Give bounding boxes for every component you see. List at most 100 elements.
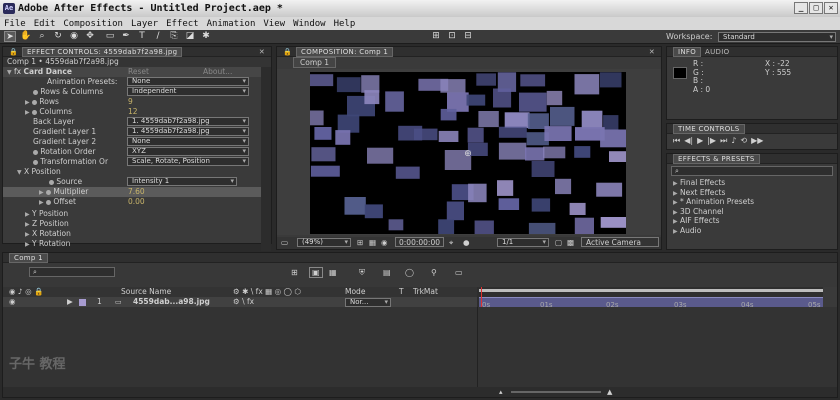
layer-name[interactable]: 4559dab...a98.jpg (133, 297, 210, 307)
graph-editor-icon[interactable]: ⚲ (431, 268, 437, 277)
rectangle-tool-icon[interactable]: ▭ (104, 31, 116, 42)
expand-triangle-icon[interactable]: ▶ (25, 109, 30, 116)
puppet-tool-icon[interactable]: ✱ (200, 31, 212, 42)
rotate-tool-icon[interactable]: ↻ (52, 31, 64, 42)
axis-world-icon[interactable]: ⊡ (446, 31, 458, 42)
camera-tool-icon[interactable]: ◉ (68, 31, 80, 42)
anchor-point-icon[interactable]: ⊕ (464, 149, 472, 159)
lock-icon[interactable]: 🔒 (9, 48, 18, 56)
collapse-triangle-icon[interactable]: ▼ (7, 69, 12, 76)
pan-behind-tool-icon[interactable]: ✥ (84, 31, 96, 42)
tab-info[interactable]: INFO (673, 46, 702, 57)
brainstorm-icon[interactable]: ▭ (455, 268, 463, 277)
menu-composition[interactable]: Composition (63, 19, 123, 29)
expand-triangle-icon[interactable]: ▶ (25, 231, 30, 238)
rotation-order-select[interactable]: XYZ (127, 147, 249, 156)
stopwatch-icon[interactable] (46, 199, 52, 205)
transformation-order-select[interactable]: Scale, Rotate, Position (127, 157, 249, 166)
stopwatch-icon[interactable] (32, 99, 38, 105)
first-frame-icon[interactable]: ⏮ (673, 136, 680, 146)
live-update-icon[interactable]: ▣ (309, 267, 323, 278)
motion-blur-icon[interactable]: ◯ (405, 268, 414, 277)
stopwatch-icon[interactable] (33, 149, 38, 155)
safe-margins-icon[interactable]: ⊞ (357, 238, 363, 247)
about-link[interactable]: About... (203, 67, 232, 77)
current-time-display[interactable]: 0:00:00:00 (395, 237, 444, 247)
timeline-empty-area[interactable] (3, 307, 837, 387)
menu-window[interactable]: Window (293, 19, 326, 29)
reset-link[interactable]: Reset (128, 67, 149, 77)
gradient-layer-1-select[interactable]: 1. 4559dab7f2a98.jpg (127, 127, 249, 136)
col-trkmat[interactable]: TrkMat (413, 287, 438, 297)
play-icon[interactable]: ▶ (697, 136, 703, 146)
minimize-button[interactable]: _ (794, 2, 808, 14)
fx-icon[interactable]: fx (14, 67, 21, 76)
rows-value[interactable]: 9 (128, 97, 133, 107)
layer-mode-select[interactable]: Nor... (345, 297, 391, 307)
comp-mini-flowchart-icon[interactable]: ⊞ (291, 268, 298, 277)
col-mode[interactable]: Mode (345, 287, 365, 297)
workspace-select[interactable]: Standard (718, 32, 836, 42)
eraser-tool-icon[interactable]: ◪ (184, 31, 196, 42)
next-frame-icon[interactable]: |▶ (707, 136, 716, 146)
brush-tool-icon[interactable]: / (152, 31, 164, 42)
axis-view-icon[interactable]: ⊟ (462, 31, 474, 42)
effects-item-3d-channel[interactable]: ▶ 3D Channel (667, 207, 837, 217)
menu-effect[interactable]: Effect (166, 19, 199, 29)
col-source-name[interactable]: Source Name (121, 287, 171, 297)
always-preview-icon[interactable]: ▭ (281, 238, 288, 247)
tab-effect-controls[interactable]: EFFECT CONTROLS: 4559dab7f2a98.jpg (22, 46, 183, 57)
menu-file[interactable]: File (4, 19, 26, 29)
effects-item-animation-presets[interactable]: ▶ * Animation Presets (667, 197, 837, 207)
timeline-zoom-slider[interactable] (511, 391, 601, 393)
channel-icon[interactable]: ● (463, 238, 470, 247)
effects-item-audio[interactable]: ▶ Audio (667, 226, 837, 236)
menu-layer[interactable]: Layer (131, 19, 158, 29)
effect-controls-scrollbar[interactable] (261, 67, 271, 251)
rows-columns-select[interactable]: Independent (127, 87, 249, 96)
layer-duration-bar[interactable] (479, 297, 823, 307)
camera-select[interactable]: Active Camera (581, 237, 659, 247)
hand-tool-icon[interactable]: ✋ (20, 31, 32, 42)
tab-time-controls[interactable]: TIME CONTROLS (673, 123, 745, 134)
menu-edit[interactable]: Edit (34, 19, 56, 29)
resolution-select[interactable]: 1/1 (497, 238, 549, 247)
timeline-search-input[interactable]: ⌕ (29, 267, 115, 277)
effects-item-next-effects[interactable]: ▶ Next Effects (667, 188, 837, 198)
selection-tool-icon[interactable]: ➤ (4, 31, 16, 42)
gradient-layer-2-select[interactable]: None (127, 137, 249, 146)
grid-icon[interactable]: ▦ (369, 238, 376, 247)
expand-triangle-icon[interactable]: ▶ (25, 221, 30, 228)
shy-layers-icon[interactable]: ⛨ (359, 268, 365, 278)
menu-view[interactable]: View (263, 19, 285, 29)
effects-item-aif-effects[interactable]: ▶ AIF Effects (667, 216, 837, 226)
zoom-select[interactable]: (49%) (297, 238, 351, 247)
menu-animation[interactable]: Animation (207, 19, 256, 29)
lock-icon[interactable]: 🔒 (283, 48, 292, 56)
camera-snapshot-icon[interactable]: ◉ (381, 238, 388, 247)
label-color-swatch[interactable] (79, 298, 86, 306)
region-of-interest-icon[interactable]: ▢ (555, 238, 562, 247)
layer-switches[interactable]: ⚙ \ fx (233, 297, 254, 307)
stopwatch-icon[interactable] (33, 159, 38, 165)
loop-icon[interactable]: ⟲ (740, 136, 747, 146)
layer-row[interactable]: ◉ ▶ 1 ▭ 4559dab...a98.jpg ⚙ \ fx Nor... (3, 297, 477, 307)
stopwatch-icon[interactable] (32, 109, 38, 115)
composition-viewer[interactable]: ⊕ (277, 69, 661, 235)
transparency-grid-icon[interactable]: ▩ (567, 238, 574, 247)
expand-triangle-icon[interactable]: ▶ (39, 199, 44, 206)
tab-audio[interactable]: AUDIO (705, 48, 729, 56)
draft-3d-icon[interactable]: ▦ (329, 268, 337, 277)
collapse-triangle-icon[interactable]: ▼ (17, 169, 22, 176)
tab-effects-presets[interactable]: EFFECTS & PRESETS (673, 153, 760, 164)
snapshot-icon[interactable]: ⌖ (449, 238, 453, 248)
composition-canvas[interactable]: ⊕ (310, 72, 626, 234)
expand-triangle-icon[interactable]: ▶ (25, 241, 30, 248)
panel-close-icon[interactable]: ✕ (649, 48, 661, 56)
offset-value[interactable]: 0.00 (128, 197, 145, 207)
ram-preview-icon[interactable]: ▶▶ (751, 136, 763, 146)
multiplier-value[interactable]: 7.60 (128, 187, 145, 197)
menu-help[interactable]: Help (334, 19, 356, 29)
pen-tool-icon[interactable]: ✒ (120, 31, 132, 42)
animation-presets-select[interactable]: None (127, 77, 249, 86)
